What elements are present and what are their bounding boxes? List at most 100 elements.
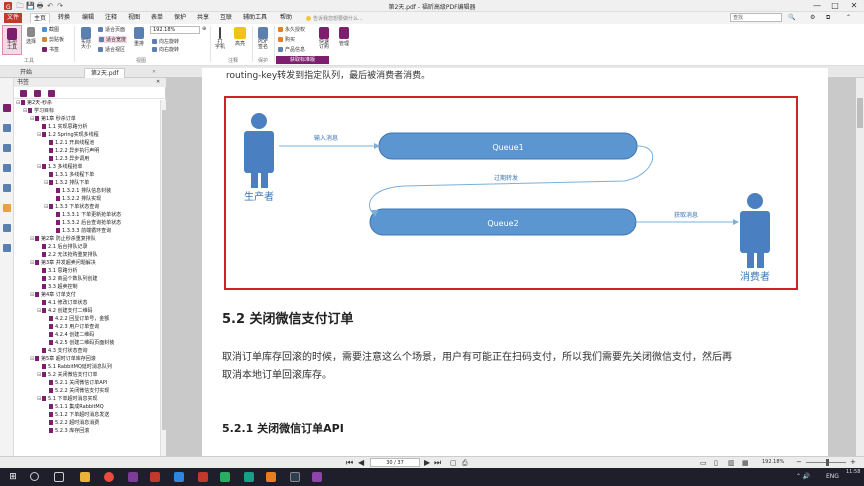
menu-comment[interactable]: 注释 bbox=[102, 13, 120, 23]
pdf-sign-button[interactable]: PDF 签名 bbox=[255, 27, 271, 50]
bookmark-options-icon[interactable] bbox=[48, 90, 55, 97]
bookmark-item[interactable]: 3.2 商品个数队列创建 bbox=[37, 276, 98, 283]
menu-home[interactable]: 主页 bbox=[30, 13, 51, 23]
menu-edit[interactable]: 编辑 bbox=[79, 13, 97, 23]
bookmark-item[interactable]: 1.3.2.2 排队实现 bbox=[51, 196, 101, 203]
zoom-in-icon[interactable]: ⊕ bbox=[202, 26, 206, 32]
bookmark-item[interactable]: ⊟ 5.2 关闭微信支付订单 bbox=[37, 372, 98, 379]
save-view-icon[interactable]: ⎙ bbox=[462, 458, 468, 468]
bookmark-item[interactable]: ⊟ 4.2 创建支付二维码 bbox=[37, 308, 93, 315]
page-number-input[interactable]: 30 / 37 bbox=[370, 458, 420, 467]
maximize-button[interactable]: □ bbox=[826, 0, 844, 12]
bookmark-item[interactable]: 5.1.1 集成RabbitMQ bbox=[44, 404, 104, 411]
tab-document[interactable]: 第2天.pdf bbox=[84, 68, 126, 78]
permanent-license-button[interactable]: 永久授权 bbox=[278, 26, 305, 33]
bookmark-item[interactable]: ⊟ 第4章 订单支付 bbox=[30, 292, 76, 299]
search-taskbar-icon[interactable] bbox=[30, 472, 39, 481]
bookmark-item[interactable]: 1.2.1 开启线程池 bbox=[44, 140, 94, 147]
file-explorer-icon[interactable] bbox=[80, 472, 90, 482]
bookmark-item[interactable]: 4.3 支付状态查询 bbox=[37, 348, 88, 355]
bookmark-item[interactable]: ⊟ 1.2 Spring实现多线程 bbox=[37, 132, 99, 139]
rotate-right-button[interactable]: 向右旋转 bbox=[152, 46, 179, 53]
prev-page-icon[interactable]: ◀ bbox=[358, 458, 364, 468]
typewriter-button[interactable]: 打 字机 bbox=[213, 27, 227, 50]
bookmark-item[interactable]: 1.3.2.1 排队信息封装 bbox=[51, 188, 111, 195]
bookmark-item[interactable]: 1.2.3 异步调用 bbox=[44, 156, 89, 163]
product-info-button[interactable]: 产品信息 bbox=[278, 46, 305, 53]
comments-panel-icon[interactable] bbox=[3, 164, 11, 172]
first-page-icon[interactable]: ⏮ bbox=[346, 458, 353, 468]
app-icon-4[interactable] bbox=[220, 472, 230, 482]
app-icon-7[interactable] bbox=[290, 472, 300, 482]
app-icon-6[interactable] bbox=[266, 472, 276, 482]
continuous-facing-view-icon[interactable]: ▦ bbox=[742, 458, 749, 468]
task-view-icon[interactable] bbox=[54, 472, 64, 482]
bookmark-item[interactable]: ⊟ 第2天-秒杀 bbox=[16, 100, 52, 107]
bookmark-item[interactable]: ⊟ 第2章 防止秒杀重复排队 bbox=[30, 236, 96, 243]
app-icon-8[interactable] bbox=[312, 472, 322, 482]
fit-width-button[interactable]: 适合宽度 bbox=[98, 36, 128, 43]
menu-connect[interactable]: 互联 bbox=[217, 13, 235, 23]
reflow-button[interactable]: 重排 bbox=[132, 27, 146, 47]
add-bookmark-icon[interactable] bbox=[34, 90, 41, 97]
bookmark-item[interactable]: 1.3.3.3 前端循环查询 bbox=[51, 228, 111, 235]
tray-icons[interactable]: ⌃ 🔊 bbox=[796, 472, 810, 482]
bookmark-item[interactable]: ⊟ 第3章 并发超卖问题解决 bbox=[30, 260, 96, 267]
tab-close-icon[interactable]: ✕ bbox=[152, 69, 156, 75]
bookmark-item[interactable]: 5.2.2 关闭微信支付实现 bbox=[44, 388, 109, 395]
clock[interactable]: 11:58 bbox=[846, 469, 860, 476]
windows-start-icon[interactable]: ⊞ bbox=[8, 472, 18, 482]
bookmark-item[interactable]: 5.1.2 下单超时消息发送 bbox=[44, 412, 109, 419]
app-icon-3[interactable] bbox=[174, 472, 184, 482]
bookmark-item[interactable]: 4.2.3 用户订单查询 bbox=[44, 324, 99, 331]
facing-view-icon[interactable]: ▥ bbox=[728, 458, 735, 468]
expand-bookmark-icon[interactable] bbox=[20, 90, 27, 97]
zoom-out-icon[interactable]: − bbox=[796, 458, 802, 466]
manage-button[interactable]: 管理 bbox=[336, 27, 352, 47]
panel-close-icon[interactable]: ✕ bbox=[156, 79, 160, 85]
bookmark-item[interactable]: ⊟ 1.3 多线程抢单 bbox=[37, 164, 83, 171]
hand-tool-button[interactable]: 手型 工具 bbox=[2, 25, 22, 55]
bookmark-item[interactable]: ⊟ 1.3.2 排队下单 bbox=[44, 180, 89, 187]
bookmark-item[interactable]: ⊟ 5.1 下单超时消息实现 bbox=[37, 396, 98, 403]
bookmark-button[interactable]: 书签 bbox=[42, 46, 59, 53]
menu-help[interactable]: 帮助 bbox=[277, 13, 295, 23]
select-button[interactable]: 选择 bbox=[24, 27, 38, 45]
app-icon-5[interactable] bbox=[244, 472, 254, 482]
signatures-panel-icon[interactable] bbox=[3, 224, 11, 232]
single-page-view-icon[interactable]: ▭ bbox=[700, 458, 707, 468]
pages-panel-icon[interactable] bbox=[3, 124, 11, 132]
rotate-left-button[interactable]: 向左旋转 bbox=[152, 38, 179, 45]
zoom-in-status-icon[interactable]: + bbox=[850, 458, 856, 466]
bookmark-item[interactable]: ⊟ 第5章 超时订单库存回滚 bbox=[30, 356, 96, 363]
tab-start[interactable]: 开始 bbox=[14, 68, 38, 78]
bookmark-item[interactable]: ⊟ 第1章 秒杀订单 bbox=[30, 116, 76, 123]
minimize-button[interactable]: — bbox=[808, 0, 826, 12]
app-icon-2[interactable] bbox=[150, 472, 160, 482]
subscribe-button[interactable]: 购买 bbox=[278, 36, 295, 43]
document-scroll-thumb[interactable] bbox=[857, 98, 863, 128]
settings-icon[interactable]: ⚙ bbox=[810, 14, 815, 21]
ribbon-collapse-icon[interactable]: ⌃ bbox=[846, 14, 851, 21]
bookmark-item[interactable]: 5.2.3 库存回滚 bbox=[44, 428, 89, 435]
bookmark-item[interactable]: 1.1 实现思路分析 bbox=[37, 124, 88, 131]
snapshot-button[interactable]: 截图 bbox=[42, 26, 59, 33]
app-icon-1[interactable] bbox=[128, 472, 138, 482]
menu-convert[interactable]: 转换 bbox=[55, 13, 73, 23]
clipboard-button[interactable]: 剪贴板 bbox=[42, 36, 64, 43]
menu-protect[interactable]: 保护 bbox=[171, 13, 189, 23]
tell-me-box[interactable]: 告诉我您想要做什么... bbox=[306, 15, 363, 22]
next-page-icon[interactable]: ▶ bbox=[424, 458, 430, 468]
bookmark-item[interactable]: 3.3 超卖控制 bbox=[37, 284, 78, 291]
bookmark-item[interactable]: 4.1 修改订单状态 bbox=[37, 300, 88, 307]
bookmark-item[interactable]: 4.2.5 创建二维码页面封装 bbox=[44, 340, 114, 347]
restore-ribbon-icon[interactable]: ⧉ bbox=[826, 14, 830, 22]
bookmark-item[interactable]: 1.2.2 异步执行声明 bbox=[44, 148, 99, 155]
menu-form[interactable]: 表单 bbox=[148, 13, 166, 23]
document-scrollbar[interactable] bbox=[856, 78, 864, 456]
highlight-button[interactable]: 高亮 bbox=[232, 27, 248, 47]
bookmark-item[interactable]: 4.2.2 回显订单号，金额 bbox=[44, 316, 109, 323]
foxit-taskbar-icon[interactable] bbox=[198, 472, 208, 482]
bookmark-item[interactable]: 1.3.1 多线程下单 bbox=[44, 172, 94, 179]
menu-view[interactable]: 视图 bbox=[125, 13, 143, 23]
